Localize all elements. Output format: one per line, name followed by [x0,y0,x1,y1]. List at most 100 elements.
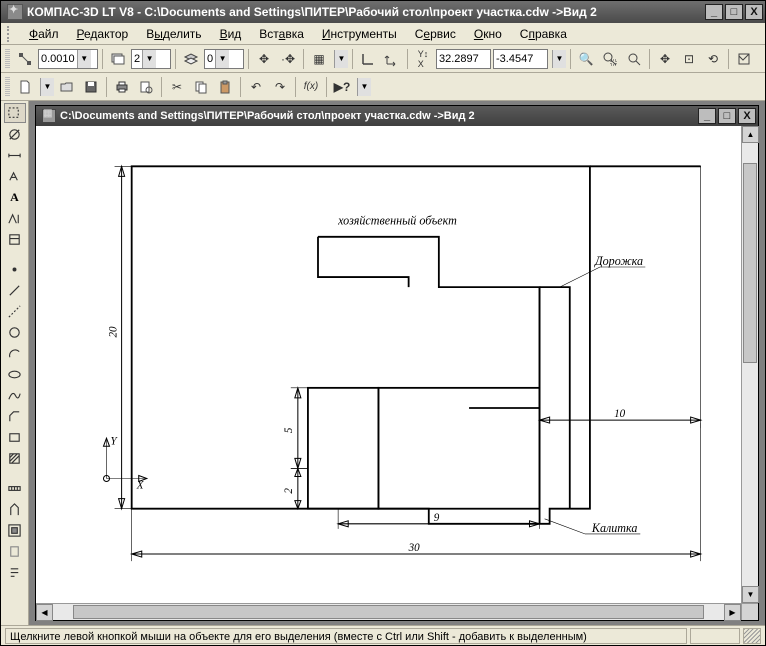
rough-tool-button[interactable] [4,499,26,519]
local-cs-button[interactable] [381,48,403,70]
scroll-thumb[interactable] [743,163,757,363]
variables-button[interactable]: f(x) [300,76,322,98]
chevron-down-icon[interactable]: ▼ [77,50,91,68]
scroll-down-button[interactable]: ▼ [742,586,759,603]
undo-button[interactable]: ↶ [245,76,267,98]
arc-tool-button[interactable] [4,343,26,363]
doc-close-button[interactable]: X [738,108,756,124]
zoom-prev-button[interactable]: ⟲ [702,48,724,70]
param-tool-button[interactable] [4,229,26,249]
app-title: КОМПАС-3D LT V8 - C:\Documents and Setti… [27,5,705,19]
zoom-in-button[interactable]: 🔍 [575,48,597,70]
ortho-button[interactable] [357,48,379,70]
menu-service[interactable]: Сервис [407,25,464,43]
geometry-tool-button[interactable] [4,124,26,144]
chevron-down-icon[interactable]: ▼ [40,78,54,96]
section-tool-button[interactable] [4,520,26,540]
layers-manager-button[interactable] [180,48,202,70]
coord-x-field[interactable]: 32.2897 [436,49,491,69]
resize-grip[interactable] [743,628,761,644]
menu-view[interactable]: Вид [212,25,250,43]
minimize-button[interactable]: _ [705,4,723,20]
menu-help[interactable]: Справка [512,25,575,43]
save-button[interactable] [80,76,102,98]
doc-maximize-button[interactable]: □ [718,108,736,124]
left-toolbox: A [1,101,29,625]
toolbar-row-2: ▼ ✂ ↶ ↷ f(x) ▶? ▼ [1,73,765,101]
zoom-scale-button[interactable]: ⊡ [678,48,700,70]
rect-tool-button[interactable] [4,427,26,447]
break-tool-button[interactable] [4,541,26,561]
xy-label-button[interactable]: Y↕X [412,48,434,70]
dim-20: 20 [108,326,120,338]
dimension-tool-button[interactable] [4,145,26,165]
select-tool-button[interactable] [4,103,26,123]
scroll-up-button[interactable]: ▲ [742,126,759,143]
open-button[interactable] [56,76,78,98]
chevron-down-icon[interactable]: ▼ [142,50,156,68]
chevron-down-icon[interactable]: ▼ [215,50,229,68]
toolbar-row-1: 0.0010▼ 2▼ 0▼ ✥ ·✥ ▦ ▼ Y↕X 32.2897 -3.45… [1,45,765,73]
edit-tool-button[interactable] [4,208,26,228]
layer-idx-field[interactable]: 0▼ [204,49,244,69]
toolbar-grip[interactable] [5,49,10,69]
ellipse-tool-button[interactable] [4,364,26,384]
menu-tools[interactable]: Инструменты [314,25,405,43]
maximize-button[interactable]: □ [725,4,743,20]
print-button[interactable] [111,76,133,98]
zoom-window-button[interactable] [599,48,621,70]
help-cursor-button[interactable]: ▶? [331,76,353,98]
refresh-button[interactable] [733,48,755,70]
paste-button[interactable] [214,76,236,98]
chevron-down-icon[interactable]: ▼ [552,50,566,68]
chevron-down-icon[interactable]: ▼ [334,50,348,68]
more-tool-button[interactable] [4,562,26,582]
coord-y-field[interactable]: -3.4547 [493,49,548,69]
snap-toggle-button[interactable] [14,48,36,70]
menu-window[interactable]: Окно [466,25,510,43]
chevron-down-icon[interactable]: ▼ [357,78,371,96]
new-button[interactable] [14,76,36,98]
cut-button[interactable]: ✂ [166,76,188,98]
step-field[interactable]: 0.0010▼ [38,49,98,69]
line-tool-button[interactable] [4,280,26,300]
menu-file[interactable]: Файл [21,25,67,43]
document-window: C:\Documents and Settings\ПИТЕР\Рабочий … [35,105,759,621]
pan-button[interactable]: ✥ [654,48,676,70]
menu-edit[interactable]: Редактор [69,25,137,43]
doc-minimize-button[interactable]: _ [698,108,716,124]
chamfer-tool-button[interactable] [4,406,26,426]
measure-tool-button[interactable] [4,478,26,498]
scroll-right-button[interactable]: ▶ [724,604,741,621]
aux-line-tool-button[interactable] [4,301,26,321]
menu-select[interactable]: Выделить [138,25,209,43]
horizontal-scrollbar[interactable] [53,604,724,620]
titlebar[interactable]: КОМПАС-3D LT V8 - C:\Documents and Setti… [1,1,765,23]
redo-button[interactable]: ↷ [269,76,291,98]
preview-button[interactable] [135,76,157,98]
spline-tool-button[interactable] [4,385,26,405]
snap-off-button[interactable]: ·✥ [277,48,299,70]
scroll-thumb[interactable] [73,605,704,619]
scroll-left-button[interactable]: ◀ [36,604,53,621]
close-button[interactable]: X [745,4,763,20]
zoom-fit-button[interactable] [623,48,645,70]
point-tool-button[interactable] [4,259,26,279]
document-titlebar[interactable]: C:\Documents and Settings\ПИТЕР\Рабочий … [36,106,758,126]
text-tool-button[interactable]: A [4,187,26,207]
symbol-tool-button[interactable] [4,166,26,186]
snap-settings-button[interactable]: ✥ [253,48,275,70]
grid-button[interactable]: ▦ [308,48,330,70]
menu-insert[interactable]: Вставка [251,25,312,43]
layer-num-field[interactable]: 2▼ [131,49,171,69]
hatch-tool-button[interactable] [4,448,26,468]
statusbar: Щелкните левой кнопкой мыши на объекте д… [1,625,765,645]
circle-tool-button[interactable] [4,322,26,342]
label-gate: Калитка [591,521,637,535]
layer-button[interactable] [107,48,129,70]
copy-button[interactable] [190,76,212,98]
vertical-scrollbar[interactable]: ▲ ▼ [741,126,758,603]
toolbar-grip[interactable] [7,26,13,42]
toolbar-grip[interactable] [5,77,10,97]
drawing-canvas[interactable]: хозяйственный объект Дорожка Калитка 20 … [36,126,741,603]
